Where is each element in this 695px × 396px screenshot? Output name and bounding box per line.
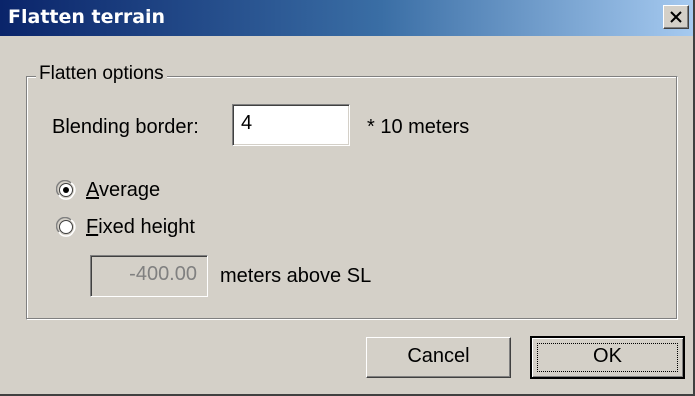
blending-border-label: Blending border:	[52, 116, 199, 138]
close-button[interactable]	[663, 5, 689, 29]
blending-border-unit: * 10 meters	[367, 116, 470, 138]
radio-selected-icon	[63, 187, 69, 193]
average-label[interactable]: Average	[86, 179, 160, 202]
group-legend: Flatten options	[36, 63, 167, 85]
window-title: Flatten terrain	[8, 6, 166, 28]
ok-button[interactable]: OK	[530, 336, 685, 379]
close-icon	[670, 11, 682, 23]
cancel-button[interactable]: Cancel	[366, 337, 511, 378]
average-radio[interactable]	[56, 180, 76, 200]
fixed-height-unit: meters above SL	[220, 265, 372, 287]
flatten-terrain-dialog: Flatten terrain Flatten options Blending…	[0, 0, 695, 396]
fixed-height-radio[interactable]	[56, 217, 76, 237]
fixed-height-label[interactable]: Fixed height	[86, 216, 195, 239]
fixed-height-input[interactable]: -400.00	[90, 255, 208, 297]
blending-border-input[interactable]: 4	[232, 104, 350, 146]
title-bar[interactable]: Flatten terrain	[0, 0, 693, 36]
